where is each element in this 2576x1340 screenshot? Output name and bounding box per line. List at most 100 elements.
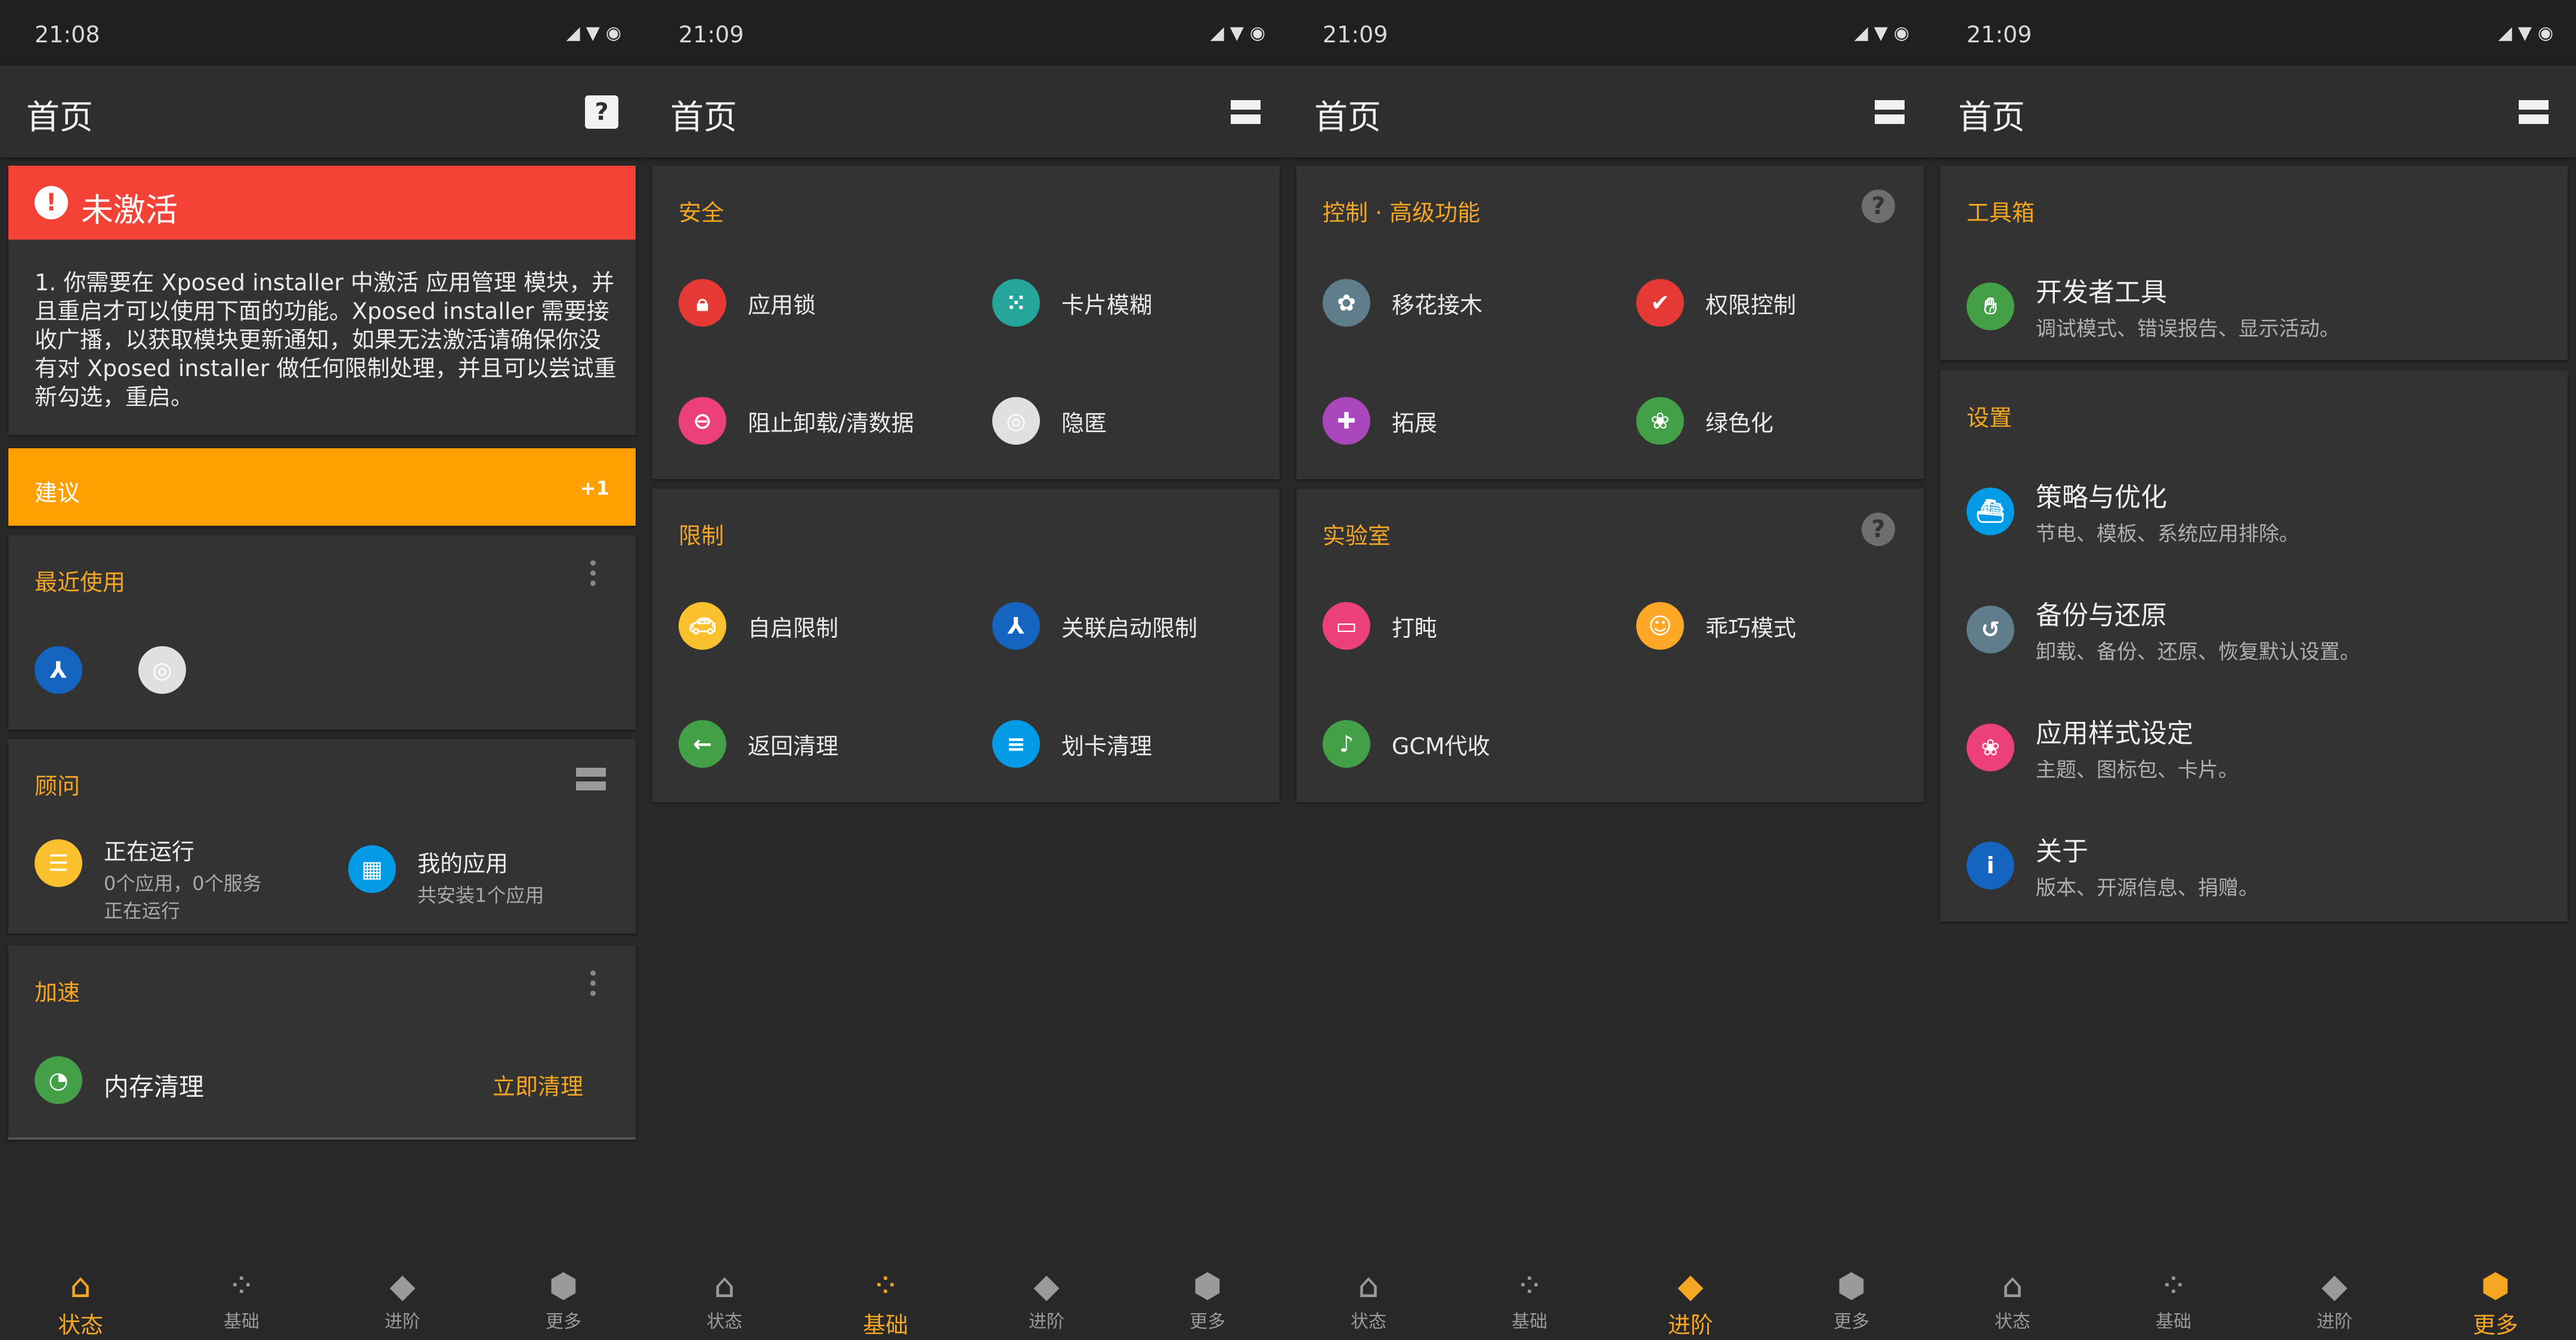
advisor-layout-icon[interactable] — [576, 768, 606, 790]
nav-basic[interactable]: ⁘ 基础 — [161, 1245, 322, 1340]
clock: 21:08 — [35, 21, 100, 48]
nav-advanced[interactable]: ◆ 进阶 — [322, 1245, 483, 1340]
settings-card: 设置 ⛴︎ 策略与优化 节电、模板、系统应用排除。 ↺ 备份与还原 卸载、备份、… — [1940, 371, 2568, 922]
boost-menu-icon[interactable] — [590, 970, 596, 996]
swipe-icon: ≡ — [992, 720, 1040, 768]
limit-card: 限制 🚗︎ 自启限制 ⅄ 关联启动限制 ← 返回清理 ≡ 划卡清理 — [652, 489, 1280, 802]
nav-advanced[interactable]: ◆ 进阶 — [1610, 1245, 1771, 1340]
clock: 21:09 — [1323, 21, 1388, 48]
nav-status[interactable]: ⌂ 状态 — [1288, 1245, 1449, 1340]
help-icon[interactable]: ? — [1862, 190, 1895, 223]
screen-basic: 21:09 ◢ ▼ ◉ 首页 安全 🔒︎ 应用锁 ⁙ 卡片模糊 ⊖ 阻止卸载/清… — [644, 0, 1288, 1340]
recent-app-icon-1[interactable]: ⅄ — [35, 646, 82, 694]
bottom-nav: ⌂ 状态 ⁘ 基础 ◆ 进阶 ⬢ 更多 — [0, 1245, 644, 1340]
flower-icon: ✿ — [1323, 279, 1370, 327]
diamond-icon: ◆ — [1033, 1267, 1060, 1305]
battery-icon: ◉ — [1249, 23, 1265, 44]
screen-more: 21:09 ◢ ▼ ◉ 首页 工具箱 ✋︎ 开发者工具 调试模式、错误报告、显示… — [1932, 0, 2576, 1340]
nav-more[interactable]: ⬢ 更多 — [483, 1245, 644, 1340]
recent-card: 最近使用 ⅄ ◎ — [8, 535, 636, 730]
restore-icon: ↺ — [1967, 605, 2014, 653]
running-line2: 正在运行 — [104, 899, 181, 922]
lab-title: 实验室 — [1323, 523, 1391, 549]
control-card: 控制 · 高级功能 ? ✿ 移花接木 ✔ 权限控制 ✚ 拓展 ❀ 绿色化 — [1296, 166, 1924, 479]
recent-menu-icon[interactable] — [590, 560, 596, 586]
running-line1: 0个应用，0个服务 — [104, 872, 262, 895]
nav-more[interactable]: ⬢ 更多 — [2415, 1245, 2576, 1340]
ship-icon: ⛴︎ — [1967, 487, 2014, 535]
extension-item[interactable]: ✚ 拓展 — [1323, 397, 1437, 445]
help-icon[interactable]: ? — [1862, 513, 1895, 546]
nav-more[interactable]: ⬢ 更多 — [1127, 1245, 1288, 1340]
page-title: 首页 — [1314, 98, 1381, 137]
running-item[interactable]: ☰ 正在运行 0个应用，0个服务 正在运行 — [35, 833, 262, 923]
swipe-clean-item[interactable]: ≡ 划卡清理 — [992, 720, 1152, 768]
hexagon-icon: ⬢ — [1193, 1267, 1222, 1305]
app-bar: 首页 — [1288, 66, 1932, 157]
nav-status[interactable]: ⌂ 状态 — [1932, 1245, 2093, 1340]
error-icon: ! — [35, 186, 68, 219]
share-icon: ⅄ — [992, 602, 1040, 650]
suggest-card[interactable]: 建议 +1 — [8, 448, 636, 526]
nav-basic[interactable]: ⁘ 基础 — [2093, 1245, 2254, 1340]
layout-icon — [1231, 100, 1261, 124]
not-activated-body: 1. 你需要在 Xposed installer 中激活 应用管理 模块，并且重… — [35, 269, 617, 410]
page-title: 首页 — [1958, 98, 2025, 137]
apps-icon: ⁘ — [1515, 1267, 1544, 1305]
greenify-item[interactable]: ❀ 绿色化 — [1636, 397, 1773, 445]
screen-status: 21:08 ◢ ▼ ◉ 首页 ? ! 未激活 1. 你需要在 Xposed in… — [0, 0, 644, 1340]
about-item[interactable]: i 关于 版本、开源信息、捐赠。 — [1967, 830, 2259, 901]
help-button[interactable]: ? — [583, 95, 620, 129]
nav-advanced[interactable]: ◆ 进阶 — [966, 1245, 1127, 1340]
block-uninstall-item[interactable]: ⊖ 阻止卸载/清数据 — [679, 397, 914, 445]
clean-now-button[interactable]: 立即清理 — [493, 1068, 583, 1101]
gcm-item[interactable]: ♪ GCM代收 — [1323, 720, 1490, 768]
recent-app-icon-2[interactable]: ◎ — [138, 646, 186, 694]
layout-toggle-button[interactable] — [2515, 95, 2552, 129]
permission-control-item[interactable]: ✔ 权限控制 — [1636, 279, 1796, 327]
status-bar: 21:09 ◢ ▼ ◉ — [1932, 0, 2576, 66]
block-icon: ⊖ — [679, 397, 726, 445]
nav-advanced[interactable]: ◆ 进阶 — [2254, 1245, 2415, 1340]
not-activated-header: ! 未激活 — [8, 166, 636, 240]
style-item[interactable]: ❀ 应用样式设定 主题、图标包、卡片。 — [1967, 712, 2238, 783]
chain-start-limit-item[interactable]: ⅄ 关联启动限制 — [992, 602, 1197, 650]
nav-basic[interactable]: ⁘ 基础 — [805, 1245, 966, 1340]
wifi-icon: ▼ — [1230, 23, 1244, 44]
apps-icon: ⁘ — [2159, 1267, 2188, 1305]
wifi-icon: ▼ — [1874, 23, 1888, 44]
limit-title: 限制 — [679, 523, 724, 549]
card-blur-item[interactable]: ⁙ 卡片模糊 — [992, 279, 1152, 327]
pie-chart-icon: ◔ — [35, 1056, 82, 1104]
nav-basic[interactable]: ⁘ 基础 — [1449, 1245, 1610, 1340]
autostart-limit-item[interactable]: 🚗︎ 自启限制 — [679, 602, 838, 650]
hide-item[interactable]: ◎ 隐匿 — [992, 397, 1107, 445]
home-icon: ⌂ — [1358, 1267, 1379, 1305]
nav-status[interactable]: ⌂ 状态 — [0, 1245, 161, 1340]
myapps-item[interactable]: ▦ 我的应用 共安装1个应用 — [348, 845, 544, 908]
nav-more[interactable]: ⬢ 更多 — [1771, 1245, 1932, 1340]
nav-status[interactable]: ⌂ 状态 — [644, 1245, 805, 1340]
bottom-nav: ⌂ 状态 ⁘ 基础 ◆ 进阶 ⬢ 更多 — [644, 1245, 1288, 1340]
developer-tools-item[interactable]: ✋︎ 开发者工具 调试模式、错误报告、显示活动。 — [1967, 271, 2340, 342]
layout-toggle-button[interactable] — [1227, 95, 1264, 129]
policy-item[interactable]: ⛴︎ 策略与优化 节电、模板、系统应用排除。 — [1967, 476, 2299, 547]
diamond-icon: ◆ — [389, 1267, 416, 1305]
back-clean-item[interactable]: ← 返回清理 — [679, 720, 838, 768]
home-icon: ⌂ — [70, 1267, 91, 1305]
backup-item[interactable]: ↺ 备份与还原 卸载、备份、还原、恢复默认设置。 — [1967, 594, 2360, 665]
doze-item[interactable]: ▭ 打盹 — [1323, 602, 1437, 650]
home-icon: ⌂ — [2002, 1267, 2023, 1305]
diamond-icon: ◆ — [1677, 1267, 1704, 1305]
layout-toggle-button[interactable] — [1871, 95, 1908, 129]
wifi-icon: ▼ — [586, 23, 600, 44]
lab-card: 实验室 ? ▭ 打盹 ☺ 乖巧模式 ♪ GCM代收 — [1296, 489, 1924, 802]
palette-icon: ❀ — [1636, 397, 1684, 445]
graft-item[interactable]: ✿ 移花接木 — [1323, 279, 1482, 327]
hand-icon: ✋︎ — [1967, 282, 2014, 330]
recent-title: 最近使用 — [35, 569, 126, 595]
app-lock-item[interactable]: 🔒︎ 应用锁 — [679, 279, 816, 327]
bell-icon: ♪ — [1323, 720, 1370, 768]
good-mode-item[interactable]: ☺ 乖巧模式 — [1636, 602, 1796, 650]
signal-icon: ◢ — [1210, 23, 1224, 44]
